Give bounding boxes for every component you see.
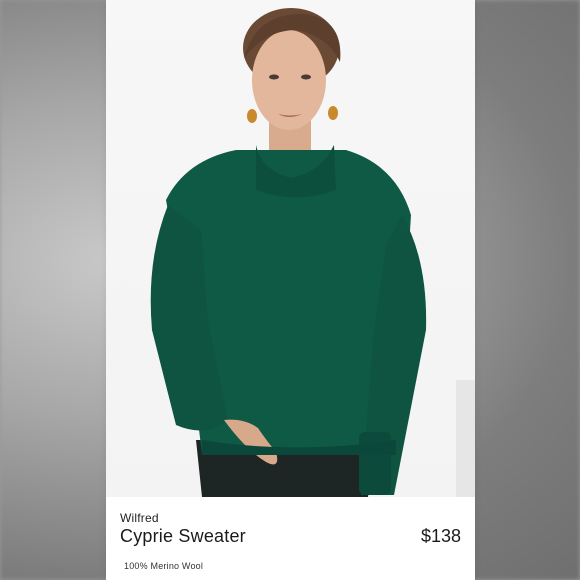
listing-info: Wilfred Cyprie Sweater $138 100% Merino … [106, 497, 475, 580]
model-illustration [150, 8, 475, 497]
product-card[interactable]: Wilfred Cyprie Sweater $138 100% Merino … [106, 0, 475, 580]
price-label: $138 [420, 526, 461, 546]
product-title[interactable]: Cyprie Sweater [120, 526, 246, 547]
material-label: 100% Merino Wool [124, 561, 204, 571]
product-photo[interactable] [106, 0, 475, 497]
brand-label[interactable]: Wilfred [120, 511, 159, 525]
